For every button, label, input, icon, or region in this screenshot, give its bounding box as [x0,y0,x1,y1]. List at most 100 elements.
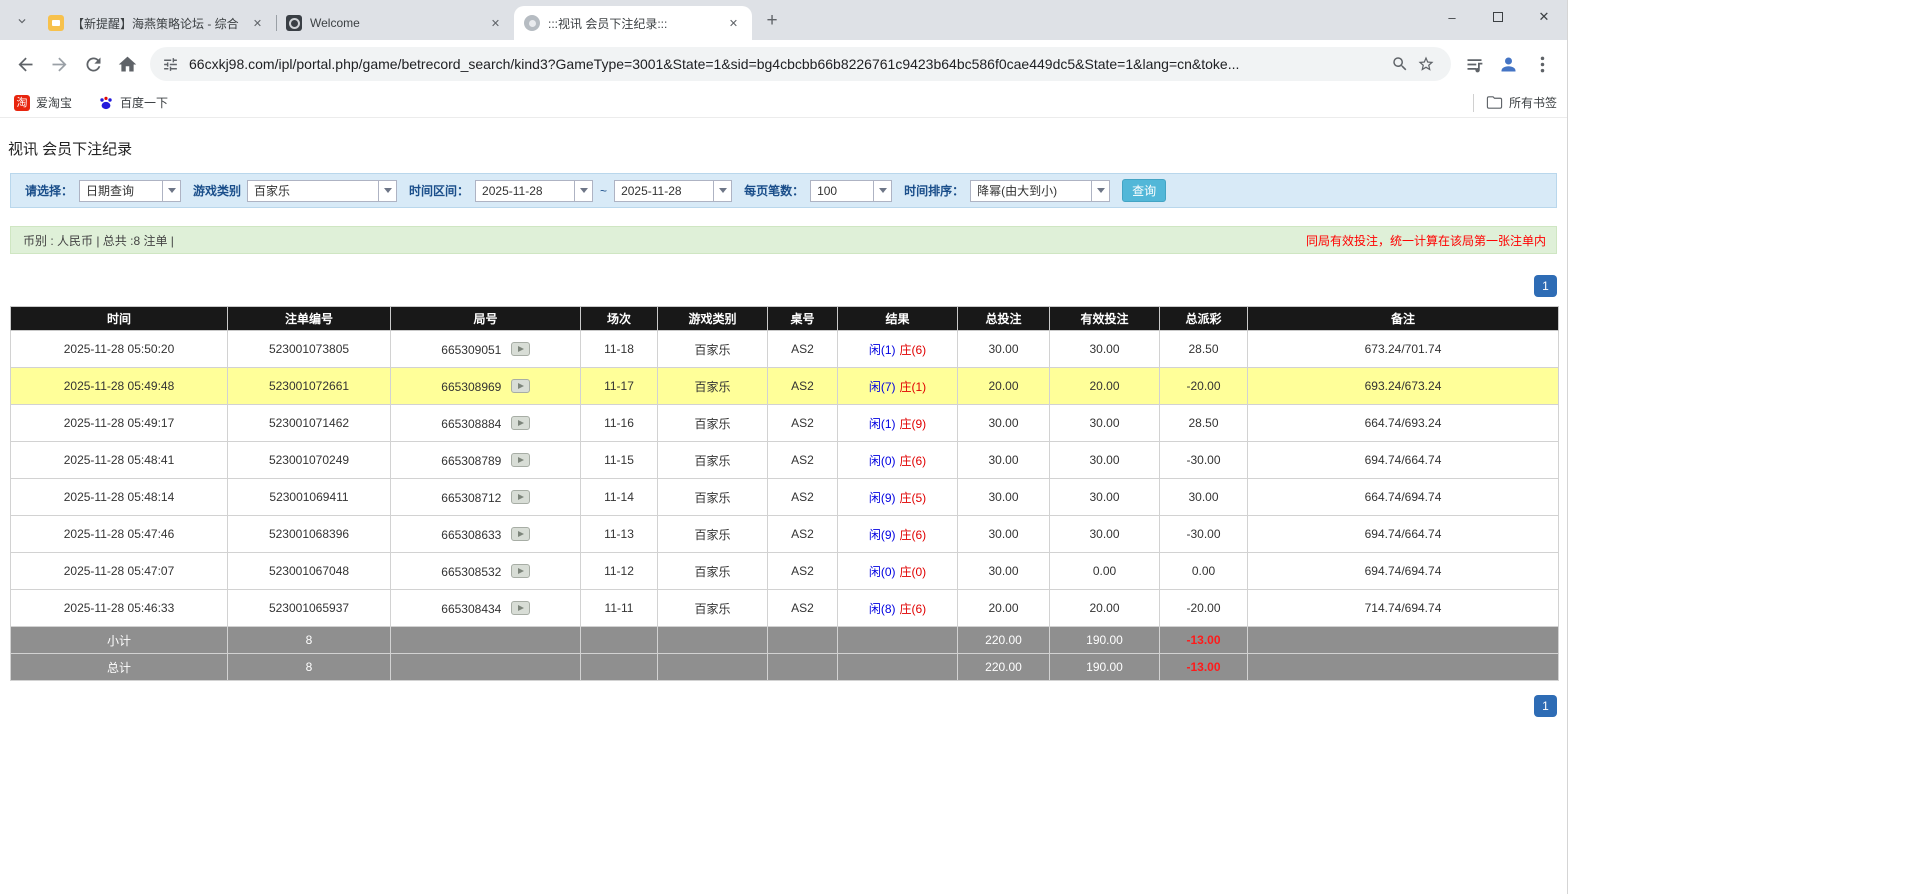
back-button[interactable] [8,47,42,81]
date-range-label: 时间区间： [409,184,470,198]
round-id: 665308789 [441,453,502,468]
table-id-cell: AS2 [767,367,838,405]
bet-id-cell: 523001065937 [227,589,391,627]
result-cell: 闲(0) 庄(0) [837,552,958,590]
session-cell: 11-16 [580,404,658,442]
round-video-icon[interactable] [510,416,530,431]
chevron-down-icon[interactable] [162,180,181,201]
banker-result: 庄(6) [899,527,927,542]
note-cell: 694.74/664.74 [1247,441,1559,479]
banker-result: 庄(6) [899,453,927,468]
player-result: 闲(8) [868,601,896,616]
search-button[interactable]: 查询 [1122,179,1167,202]
sort-select[interactable]: 降幂(由大到小) [970,179,1111,202]
tab-title: :::视讯 会员下注纪录::: [548,16,668,31]
valid-bet-cell: 30.00 [1049,441,1160,479]
maximize-button[interactable] [1475,0,1521,34]
total-bet-link[interactable]: 30.00 [957,478,1050,516]
site-info-icon[interactable] [162,56,179,73]
round-cell: 665308789 [390,441,581,479]
valid-bet-cell: 30.00 [1049,330,1160,368]
tab-close-icon[interactable]: ✕ [487,15,504,32]
player-result: 闲(9) [868,527,896,542]
page-1-button[interactable]: 1 [1534,275,1557,297]
round-cell: 665308969 [390,367,581,405]
bet-table-footer: 小计 8 220.00 190.00 -13.00 总计 8 220.00 19… [10,626,1559,681]
column-header: 桌号 [767,306,838,331]
total-bet-link[interactable]: 20.00 [957,367,1050,405]
column-header: 局号 [390,306,581,331]
banker-result: 庄(0) [899,564,927,579]
total-bet-link[interactable]: 30.00 [957,441,1050,479]
result-cell: 闲(1) 庄(6) [837,330,958,368]
result-cell: 闲(7) 庄(1) [837,367,958,405]
player-result: 闲(0) [868,453,896,468]
tab-search-chevron-icon[interactable] [8,7,36,35]
browser-toolbar: 66cxkj98.com/ipl/portal.php/game/betreco… [0,40,1567,88]
new-tab-button[interactable]: + [758,7,786,35]
profile-avatar-icon[interactable] [1491,47,1525,81]
round-video-icon[interactable] [510,342,530,357]
session-cell: 11-17 [580,367,658,405]
tab-bet-record[interactable]: :::视讯 会员下注纪录::: ✕ [514,6,752,40]
pagination-bottom: 1 [10,695,1557,717]
bookmark-taobao[interactable]: 淘 爱淘宝 [10,92,76,114]
tab-close-icon[interactable]: ✕ [725,15,742,32]
total-bet-link[interactable]: 30.00 [957,330,1050,368]
forward-button[interactable] [42,47,76,81]
round-video-icon[interactable] [510,601,530,616]
chevron-down-icon[interactable] [873,180,892,201]
menu-kebab-icon[interactable] [1525,47,1559,81]
chevron-down-icon[interactable] [713,180,732,201]
zoom-icon[interactable] [1387,51,1413,77]
time-cell: 2025-11-28 05:46:33 [10,589,228,627]
total-valid-bet: 190.00 [1049,653,1160,681]
tab-close-icon[interactable]: ✕ [249,15,266,32]
column-header: 场次 [580,306,658,331]
date-from-select[interactable]: 2025-11-28 [475,179,594,202]
rule-note: 同局有效投注，统一计算在该局第一张注单内 [1305,233,1546,248]
total-label: 总计 [10,653,228,681]
per-page-select[interactable]: 100 [810,179,893,202]
bookmark-star-icon[interactable] [1413,51,1439,77]
close-window-button[interactable]: ✕ [1521,0,1567,34]
total-bet-link[interactable]: 20.00 [957,589,1050,627]
query-type-select[interactable]: 日期查询 [79,179,182,202]
column-header: 游戏类别 [657,306,768,331]
round-video-icon[interactable] [510,564,530,579]
url-text[interactable]: 66cxkj98.com/ipl/portal.php/game/betreco… [189,56,1377,72]
chevron-down-icon[interactable] [574,180,593,201]
round-cell: 665308712 [390,478,581,516]
total-bet-link[interactable]: 30.00 [957,404,1050,442]
media-controls-icon[interactable] [1457,47,1491,81]
refresh-button[interactable] [76,47,110,81]
tab-welcome[interactable]: Welcome ✕ [276,6,514,40]
payout-cell: 0.00 [1159,552,1248,590]
game-type-select[interactable]: 百家乐 [247,179,398,202]
tab-forum[interactable]: 【新提醒】海燕策略论坛 - 综合 ✕ [38,6,276,40]
round-video-icon[interactable] [510,490,530,505]
round-video-icon[interactable] [510,379,530,394]
home-button[interactable] [110,47,144,81]
pagination-top: 1 [10,275,1557,297]
subtotal-count: 8 [227,626,391,654]
payout-cell: -20.00 [1159,367,1248,405]
date-to-select[interactable]: 2025-11-28 [614,179,733,202]
chevron-down-icon[interactable] [378,180,397,201]
all-bookmarks-button[interactable]: 所有书签 [1486,94,1557,111]
address-bar[interactable]: 66cxkj98.com/ipl/portal.php/game/betreco… [150,47,1451,81]
minimize-button[interactable]: – [1429,0,1475,34]
payout-cell: -30.00 [1159,441,1248,479]
chevron-down-icon[interactable] [1091,180,1110,201]
round-video-icon[interactable] [510,527,530,542]
bookmark-baidu[interactable]: 百度一下 [94,92,172,114]
round-video-icon[interactable] [510,453,530,468]
total-bet-link[interactable]: 30.00 [957,552,1050,590]
time-cell: 2025-11-28 05:47:07 [10,552,228,590]
table-id-cell: AS2 [767,589,838,627]
payout-cell: 28.50 [1159,404,1248,442]
total-bet-link[interactable]: 30.00 [957,515,1050,553]
page-1-button[interactable]: 1 [1534,695,1557,717]
bookmark-label: 百度一下 [120,96,169,110]
table-id-cell: AS2 [767,441,838,479]
